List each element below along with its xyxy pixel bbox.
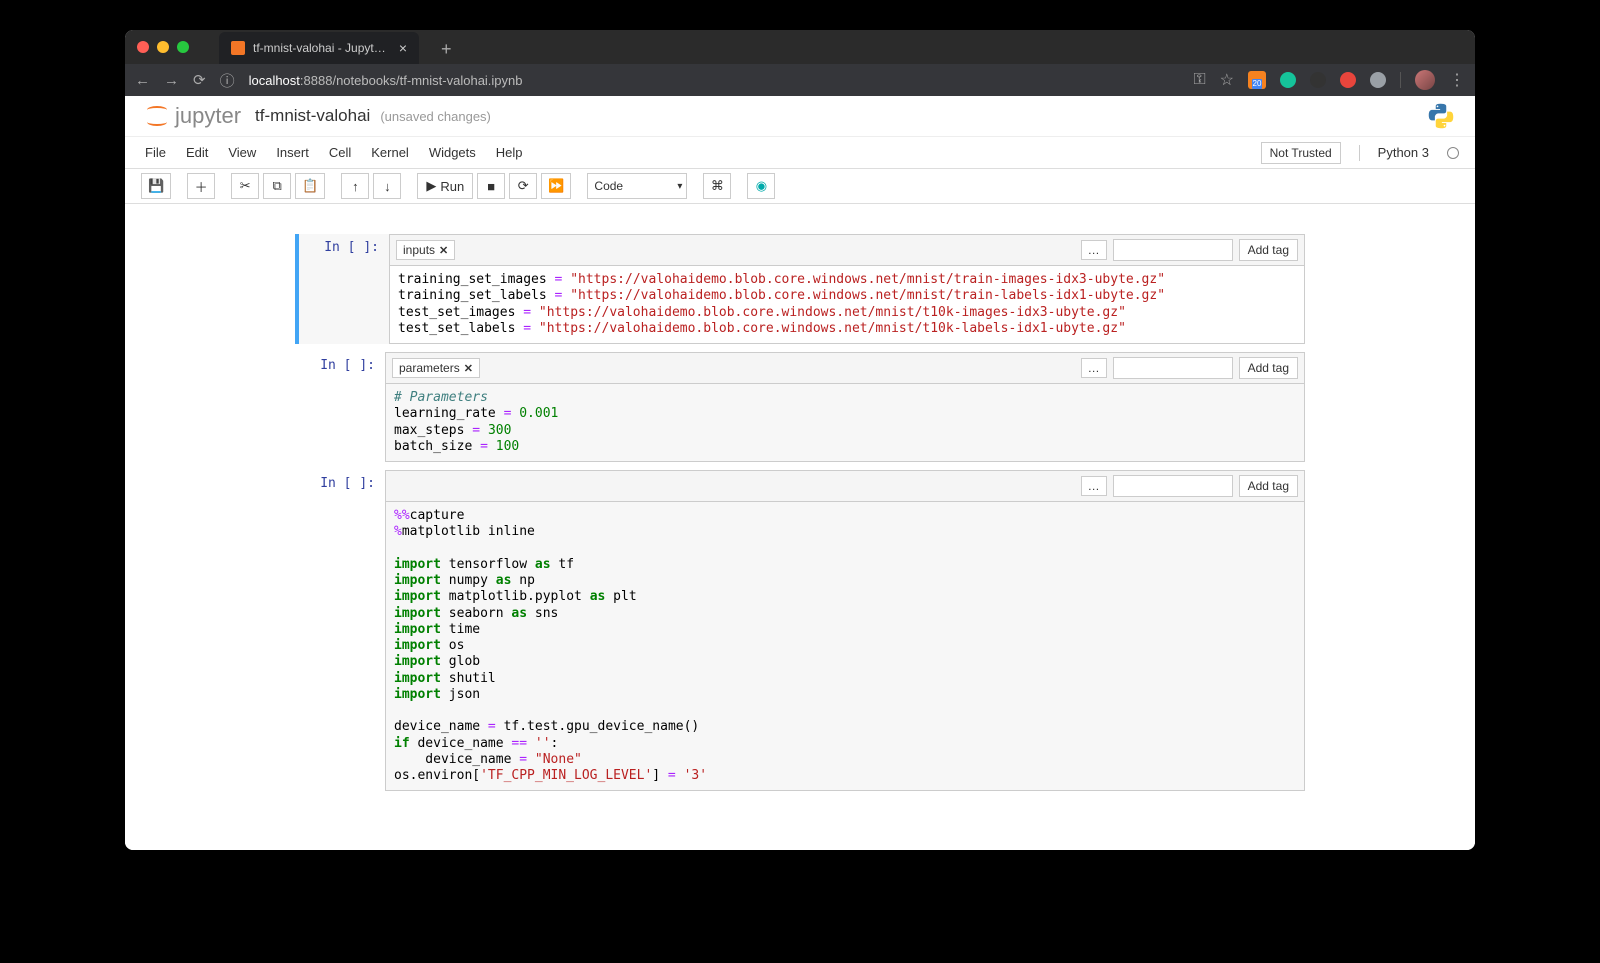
- browser-menu-icon[interactable]: ⋮: [1449, 70, 1465, 90]
- restart-run-all-button[interactable]: ⏩: [541, 173, 571, 199]
- menu-bar: FileEditViewInsertCellKernelWidgetsHelp …: [125, 137, 1475, 169]
- notebook-save-status: (unsaved changes): [380, 109, 491, 124]
- window-controls: [137, 41, 189, 53]
- remove-tag-icon[interactable]: ✕: [439, 244, 448, 257]
- code-cell[interactable]: In [ ]: … Add tag %%capture %matplotlib inl…: [295, 470, 1305, 791]
- grammarly-icon[interactable]: [1280, 72, 1296, 88]
- nav-forward-icon[interactable]: →: [164, 72, 179, 89]
- notebook-header: jupyter tf-mnist-valohai (unsaved change…: [125, 96, 1475, 137]
- extension-grey-icon[interactable]: [1370, 72, 1386, 88]
- valohai-button[interactable]: ◉: [747, 173, 775, 199]
- paste-button[interactable]: 📋: [295, 173, 325, 199]
- profile-avatar-icon[interactable]: [1415, 70, 1435, 90]
- kernel-indicator-icon[interactable]: [1447, 147, 1459, 159]
- add-tag-button[interactable]: Add tag: [1239, 239, 1298, 261]
- notebook-title[interactable]: tf-mnist-valohai: [255, 106, 370, 126]
- command-palette-button[interactable]: ⌘: [703, 173, 731, 199]
- notebook-body[interactable]: In [ ]: inputs ✕ … Add tag training_set_image…: [125, 204, 1475, 850]
- url-path: /notebooks/tf-mnist-valohai.ipynb: [332, 73, 522, 88]
- maximize-window-icon[interactable]: [177, 41, 189, 53]
- separator: [1400, 72, 1401, 88]
- celltype-value: Code: [594, 179, 623, 193]
- code-editor[interactable]: %%capture %matplotlib inline import tens…: [385, 502, 1305, 791]
- cell-tag-row: … Add tag: [385, 470, 1305, 502]
- code-cell[interactable]: In [ ]: inputs ✕ … Add tag training_set_image…: [295, 234, 1305, 344]
- tag-input[interactable]: [1113, 239, 1233, 261]
- browser-tab[interactable]: tf-mnist-valohai - Jupyter Note ×: [219, 32, 419, 64]
- cell-tag: inputs ✕: [396, 240, 455, 260]
- cell-prompt: In [ ]:: [295, 470, 385, 791]
- extension-badge-count: 20: [1252, 79, 1263, 89]
- favicon-icon: [231, 41, 245, 55]
- celltype-select[interactable]: Code: [587, 173, 687, 199]
- url-port: :8888: [300, 73, 333, 88]
- minimize-window-icon[interactable]: [157, 41, 169, 53]
- browser-window: tf-mnist-valohai - Jupyter Note × + ← → …: [125, 30, 1475, 850]
- nav-back-icon[interactable]: ←: [135, 72, 150, 89]
- trust-button[interactable]: Not Trusted: [1261, 142, 1341, 164]
- run-label: Run: [440, 179, 464, 194]
- more-tags-button[interactable]: …: [1081, 240, 1107, 260]
- tag-label: parameters: [399, 361, 460, 375]
- adblock-icon[interactable]: [1340, 72, 1356, 88]
- extension-badge-icon[interactable]: 20: [1248, 71, 1266, 89]
- save-button[interactable]: 💾: [141, 173, 171, 199]
- move-up-button[interactable]: ↑: [341, 173, 369, 199]
- menu-edit[interactable]: Edit: [186, 145, 208, 160]
- bookmark-star-icon[interactable]: ☆: [1220, 70, 1234, 90]
- tag-input[interactable]: [1113, 475, 1233, 497]
- menu-file[interactable]: File: [145, 145, 166, 160]
- jupyter-logo-icon: [145, 104, 169, 128]
- move-down-button[interactable]: ↓: [373, 173, 401, 199]
- copy-button[interactable]: ⧉: [263, 173, 291, 199]
- extension-icon[interactable]: [1310, 72, 1326, 88]
- insert-cell-below-button[interactable]: ＋: [187, 173, 215, 199]
- menu-view[interactable]: View: [228, 145, 256, 160]
- more-tags-button[interactable]: …: [1081, 358, 1107, 378]
- close-tab-icon[interactable]: ×: [399, 40, 407, 56]
- cut-button[interactable]: ✂: [231, 173, 259, 199]
- tag-input[interactable]: [1113, 357, 1233, 379]
- toolbar: 💾 ＋ ✂ ⧉ 📋 ↑ ↓ ▶ Run ■ ⟳ ⏩ Code ⌘ ◉: [125, 169, 1475, 204]
- menu-help[interactable]: Help: [496, 145, 523, 160]
- cell-prompt: In [ ]:: [299, 234, 389, 344]
- run-button[interactable]: ▶ Run: [417, 173, 473, 199]
- menu-widgets[interactable]: Widgets: [429, 145, 476, 160]
- jupyter-logo[interactable]: jupyter: [145, 103, 241, 129]
- code-editor[interactable]: training_set_images = "https://valohaide…: [389, 266, 1305, 344]
- close-window-icon[interactable]: [137, 41, 149, 53]
- key-icon[interactable]: ⚿: [1193, 71, 1205, 89]
- jupyter-brand: jupyter: [175, 103, 241, 129]
- menu-cell[interactable]: Cell: [329, 145, 351, 160]
- cell-tag-row: parameters ✕ … Add tag: [385, 352, 1305, 384]
- add-tag-button[interactable]: Add tag: [1239, 475, 1298, 497]
- restart-button[interactable]: ⟳: [509, 173, 537, 199]
- tag-label: inputs: [403, 243, 435, 257]
- remove-tag-icon[interactable]: ✕: [464, 362, 473, 375]
- python-logo-icon: [1427, 102, 1455, 130]
- menu-kernel[interactable]: Kernel: [371, 145, 409, 160]
- run-icon: ▶: [426, 178, 436, 194]
- more-tags-button[interactable]: …: [1081, 476, 1107, 496]
- add-tag-button[interactable]: Add tag: [1239, 357, 1298, 379]
- interrupt-button[interactable]: ■: [477, 173, 505, 199]
- browser-actions: ⚿ ☆ 20 ⋮: [1193, 70, 1465, 90]
- tab-title: tf-mnist-valohai - Jupyter Note: [253, 41, 391, 55]
- code-cell[interactable]: In [ ]: parameters ✕ … Add tag # Parameters l…: [295, 352, 1305, 462]
- new-tab-button[interactable]: +: [431, 35, 462, 64]
- titlebar: tf-mnist-valohai - Jupyter Note × +: [125, 30, 1475, 64]
- browser-tabs: tf-mnist-valohai - Jupyter Note × +: [219, 30, 462, 64]
- url-host: localhost: [249, 73, 300, 88]
- cell-tag-row: inputs ✕ … Add tag: [389, 234, 1305, 266]
- cell-prompt: In [ ]:: [295, 352, 385, 462]
- cell-tag: parameters ✕: [392, 358, 480, 378]
- separator: [1359, 145, 1360, 161]
- site-info-icon[interactable]: ⓘ: [220, 70, 235, 91]
- code-editor[interactable]: # Parameters learning_rate = 0.001 max_s…: [385, 384, 1305, 462]
- address-bar-row: ← → ⟳ ⓘ localhost:8888/notebooks/tf-mnis…: [125, 64, 1475, 96]
- kernel-name[interactable]: Python 3: [1378, 145, 1429, 160]
- address-bar[interactable]: localhost:8888/notebooks/tf-mnist-valoha…: [249, 73, 1180, 88]
- menu-insert[interactable]: Insert: [276, 145, 309, 160]
- reload-icon[interactable]: ⟳: [193, 71, 206, 89]
